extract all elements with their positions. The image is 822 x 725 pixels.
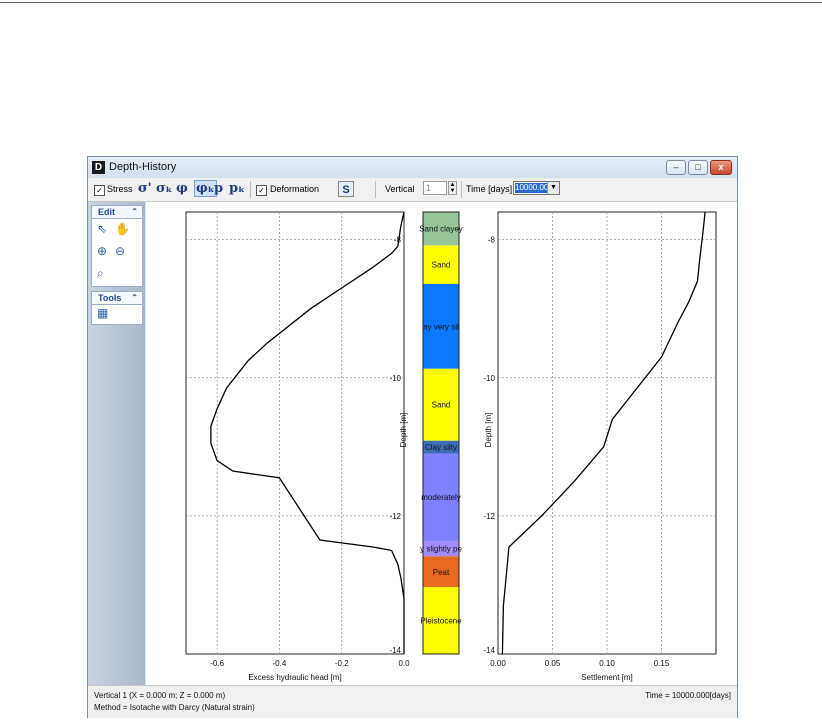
close-button[interactable]: x bbox=[710, 160, 732, 175]
head-y-axis-title: Depth [m] bbox=[399, 413, 408, 448]
collapse-icon[interactable]: ⌃ bbox=[131, 292, 138, 304]
deformation-checkbox[interactable]: ✓ bbox=[256, 185, 267, 196]
app-d-icon: D bbox=[92, 161, 105, 174]
soil-layer-label: Pleistocene bbox=[420, 617, 462, 626]
status-time: Time = 10000.000[days] bbox=[645, 691, 731, 700]
edit-panel: Edit ⌃ ⇖ ✋ ⊕ ⊖ ⌕ bbox=[91, 205, 143, 287]
head-x-tick-label: -0.6 bbox=[210, 659, 224, 668]
head-y-tick-label: -14 bbox=[389, 646, 401, 655]
tools-panel-header[interactable]: Tools ⌃ bbox=[92, 292, 142, 305]
status-vertical: Vertical 1 (X = 0.000 m; Z = 0.000 m) bbox=[94, 691, 226, 700]
settlement-y-tick-label: -12 bbox=[483, 512, 495, 521]
soil-layer-label: Sand clayey bbox=[419, 225, 463, 234]
soil-layer-label: ay very sil bbox=[423, 322, 459, 331]
time-select-value: 10000.000 bbox=[515, 183, 549, 193]
status-method: Method = Isotache with Darcy (Natural st… bbox=[94, 703, 255, 712]
settlement-y-tick-label: -10 bbox=[483, 374, 495, 383]
soil-layer-label: Sand bbox=[432, 261, 451, 270]
title-bar[interactable]: D Depth-History – □ x bbox=[88, 157, 737, 178]
head-x-tick-label: -0.2 bbox=[335, 659, 349, 668]
depth-history-window: D Depth-History – □ x ✓ Stress σ' σₖ φ φ… bbox=[87, 156, 738, 718]
zoom-in-icon[interactable]: ⊕ bbox=[97, 244, 107, 258]
stress-checkbox[interactable]: ✓ bbox=[94, 185, 105, 196]
settlement-y-tick-label: -14 bbox=[483, 646, 495, 655]
chevron-down-icon[interactable]: ▼ bbox=[547, 182, 559, 194]
settlement-s-button[interactable]: S bbox=[338, 181, 354, 197]
vertical-input[interactable]: 1 bbox=[423, 181, 447, 195]
depth-history-plots: -8 -10 -12 -14 -0.6 -0.4 -0.2 0.0 Excess hydraul… bbox=[185, 211, 717, 682]
toolbar-separator bbox=[250, 181, 251, 198]
pressure-k-button[interactable]: pₖ bbox=[229, 181, 245, 196]
edit-panel-title: Edit bbox=[98, 207, 115, 217]
preconsolidation-stress-button[interactable]: σₖ bbox=[156, 181, 172, 196]
soil-layer-label: moderately bbox=[421, 493, 461, 502]
minimize-button[interactable]: – bbox=[666, 160, 686, 175]
pan-hand-icon[interactable]: ✋ bbox=[115, 222, 130, 236]
effective-stress-button[interactable]: σ' bbox=[138, 181, 152, 196]
soil-layer-label: Peat bbox=[433, 568, 450, 577]
zoom-out-icon[interactable]: ⊖ bbox=[115, 244, 125, 258]
settlement-x-tick-label: 0.15 bbox=[654, 659, 670, 668]
head-x-axis-title: Excess hydraulic head [m] bbox=[248, 673, 341, 682]
settlement-x-tick-label: 0.05 bbox=[545, 659, 561, 668]
select-arrow-icon[interactable]: ⇖ bbox=[97, 222, 107, 236]
status-bar: Vertical 1 (X = 0.000 m; Z = 0.000 m) Me… bbox=[88, 685, 737, 718]
maximize-button[interactable]: □ bbox=[688, 160, 708, 175]
soil-layer-label: Sand bbox=[432, 401, 451, 410]
head-plot-frame bbox=[185, 211, 405, 655]
time-select[interactable]: 10000.000 ▼ bbox=[513, 181, 560, 195]
vertical-spinner[interactable]: ▲ ▼ bbox=[448, 181, 457, 195]
soil-layer-label: y slightly pe bbox=[420, 545, 462, 554]
side-panel: Edit ⌃ ⇖ ✋ ⊕ ⊖ ⌕ Tools ⌃ ▦ bbox=[88, 202, 145, 685]
soil-layer-label: Clay silty bbox=[425, 443, 457, 452]
toolbar-separator bbox=[375, 181, 376, 198]
settlement-x-tick-label: 0.00 bbox=[490, 659, 506, 668]
toolbar: ✓ Stress σ' σₖ φ φₖ p pₖ ✓ Deformation S… bbox=[88, 178, 737, 202]
head-y-tick-label: -12 bbox=[389, 512, 401, 521]
edit-panel-header[interactable]: Edit ⌃ bbox=[92, 206, 142, 219]
settlement-y-tick-label: -8 bbox=[488, 236, 496, 245]
top-border-line bbox=[0, 2, 822, 3]
tools-panel: Tools ⌃ ▦ bbox=[91, 291, 143, 325]
tools-panel-title: Tools bbox=[98, 293, 122, 303]
window-title: Depth-History bbox=[109, 161, 177, 173]
toolbar-separator bbox=[461, 181, 462, 198]
settlement-x-axis-title: Settlement [m] bbox=[581, 673, 633, 682]
pressure-button[interactable]: p bbox=[214, 181, 223, 196]
head-x-tick-label: -0.4 bbox=[273, 659, 287, 668]
plot-area: -8 -10 -12 -14 -0.6 -0.4 -0.2 0.0 Excess hydraul… bbox=[146, 202, 737, 685]
vertical-label: Vertical bbox=[385, 184, 415, 194]
stress-label: Stress bbox=[107, 184, 133, 194]
phi-button[interactable]: φ bbox=[176, 181, 188, 196]
settlement-y-axis-title: Depth [m] bbox=[484, 413, 493, 448]
head-y-tick-label: -10 bbox=[389, 374, 401, 383]
grid-select-icon[interactable]: ▦ bbox=[97, 306, 108, 320]
settlement-x-tick-label: 0.10 bbox=[599, 659, 615, 668]
collapse-icon[interactable]: ⌃ bbox=[131, 206, 138, 218]
zoom-window-icon[interactable]: ⌕ bbox=[97, 266, 104, 281]
deformation-label: Deformation bbox=[270, 184, 320, 194]
time-label: Time [days] bbox=[466, 184, 513, 194]
head-x-tick-label: 0.0 bbox=[398, 659, 410, 668]
